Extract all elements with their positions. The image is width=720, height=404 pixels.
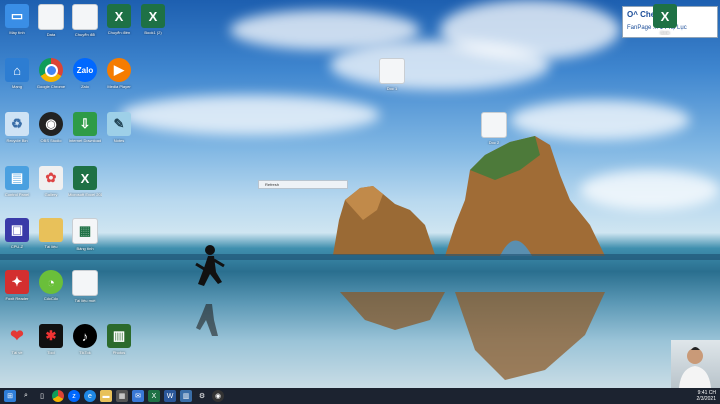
desktop-icon-network[interactable]: ⌂ Mạng [0,58,34,89]
chrome-icon[interactable] [52,390,64,402]
recycle-bin-icon: ♻ [5,112,29,136]
desktop-icon-media[interactable]: ▶ Media Player [102,58,136,89]
excel-icon: X [107,4,131,28]
control-panel-icon: ▤ [5,166,29,190]
desktop-icon-chuyen-doi[interactable]: Chuyển đổi [68,4,102,37]
desktop-icon-excel-1[interactable]: X Chuyển điền [102,4,136,35]
excel-icon: X [141,4,165,28]
desktop-icon-tool[interactable]: ✱ Tool [34,324,68,355]
excel-icon: X [73,166,97,190]
download-icon: ⇩ [73,112,97,136]
cloud [440,0,620,60]
desktop-icon-idm[interactable]: ⇩ Internet Download [68,112,102,143]
foxit-icon: ✦ [5,270,29,294]
pin-icon: ❤ [10,328,24,345]
cpu-icon: ▣ [5,218,29,242]
desktop-icon-obs[interactable]: ◉ OBS Studio [34,112,68,143]
document-icon [72,4,98,30]
runner-silhouette [195,245,225,336]
taskbar: ⊞ ⌕ ▯ z e ▬ ▦ ✉ X W ▥ ⚙ ◉ 9:41 CH 2/3/20… [0,388,720,404]
coccoc-icon: ◔ [39,270,63,294]
desktop-icon-tiktok[interactable]: ♪ TikTok [68,324,102,355]
chrome-icon [39,58,63,82]
zalo-icon: Zalo [73,58,97,82]
desktop-icon-cpu[interactable]: ▣ CPU-Z [0,218,34,249]
photos-icon[interactable]: ▥ [180,390,192,402]
tool-icon: ✱ [39,324,63,348]
desktop-icon-top-right-excel[interactable]: X Book [648,4,682,35]
search-icon[interactable]: ⌕ [20,390,32,402]
webcam-overlay [671,340,720,388]
desktop-icon-tai-ve[interactable]: ❤ Tải về [0,324,34,355]
desktop-background: ▭ Máy tính Data Chuyển đổi X Chuyển điền… [0,0,720,388]
document-icon [379,58,405,84]
excel-icon: X [653,4,677,28]
zalo-icon[interactable]: z [68,390,80,402]
system-clock[interactable]: 9:41 CH 2/3/2021 [697,390,716,402]
monitor-icon: ▭ [5,4,29,28]
desktop-icon-data[interactable]: Data [34,4,68,37]
desktop-icon-tai-lieu-moi[interactable]: Tài liệu mới [68,270,102,303]
task-view-icon[interactable]: ▯ [36,390,48,402]
rock-right [445,136,605,256]
document-icon [38,4,64,30]
desktop-icon-bang-tinh[interactable]: ▦ Bảng tính [68,218,102,251]
desktop-icon-coccoc[interactable]: ◔ CốcCốc [34,270,68,301]
rock-left [333,186,435,255]
desktop-icon-excel-2016[interactable]: X Microsoft Excel 2016 [68,166,102,197]
desktop-icon-photos[interactable]: ▥ Photos [102,324,136,355]
note-icon: ✎ [107,112,131,136]
mail-icon[interactable]: ✉ [132,390,144,402]
desktop-icon-this-pc[interactable]: ▭ Máy tính [0,4,34,35]
desktop-icon-center-file-1[interactable]: Doc 1 [375,58,409,91]
network-icon: ⌂ [5,58,29,82]
obs-icon[interactable]: ◉ [212,390,224,402]
cloud [120,95,380,135]
word-icon[interactable]: W [164,390,176,402]
desktop-icon-recycle-bin[interactable]: ♻ Recycle Bin [0,112,34,143]
horizon [0,254,720,260]
desktop-icon-chrome[interactable]: Google Chrome [34,58,68,89]
desktop-icon-excel-2[interactable]: X Book1 (2) [136,4,170,35]
presenter-avatar [679,347,711,388]
rock-reflection [340,292,605,380]
obs-icon: ◉ [39,112,63,136]
gallery-icon: ✿ [39,166,63,190]
desktop-icon-foxit[interactable]: ✦ Foxit Reader [0,270,34,301]
edge-icon[interactable]: e [84,390,96,402]
desktop-icon-tai-lieu[interactable]: Tài liệu [34,218,68,249]
store-icon[interactable]: ▦ [116,390,128,402]
context-tooltip[interactable]: Refresh [258,180,348,189]
start-icon[interactable]: ⊞ [4,390,16,402]
spreadsheet-icon: ▦ [72,218,98,244]
excel-icon[interactable]: X [148,390,160,402]
document-icon [481,112,507,138]
tiktok-icon: ♪ [73,324,97,348]
desktop-icon-gallery[interactable]: ✿ Gallery [34,166,68,197]
clock-date: 2/3/2021 [696,396,716,402]
document-icon [72,270,98,296]
desktop-icon-notes[interactable]: ✎ Notes [102,112,136,143]
desktop-icon-center-file-2[interactable]: Doc 2 [477,112,511,145]
photo-icon: ▥ [107,324,131,348]
desktop-icon-zalo[interactable]: Zalo Zalo [68,58,102,89]
folder-icon [39,218,63,242]
play-icon: ▶ [107,58,131,82]
desktop-icon-control-panel[interactable]: ▤ Control Panel [0,166,34,197]
explorer-icon[interactable]: ▬ [100,390,112,402]
settings-icon[interactable]: ⚙ [196,390,208,402]
